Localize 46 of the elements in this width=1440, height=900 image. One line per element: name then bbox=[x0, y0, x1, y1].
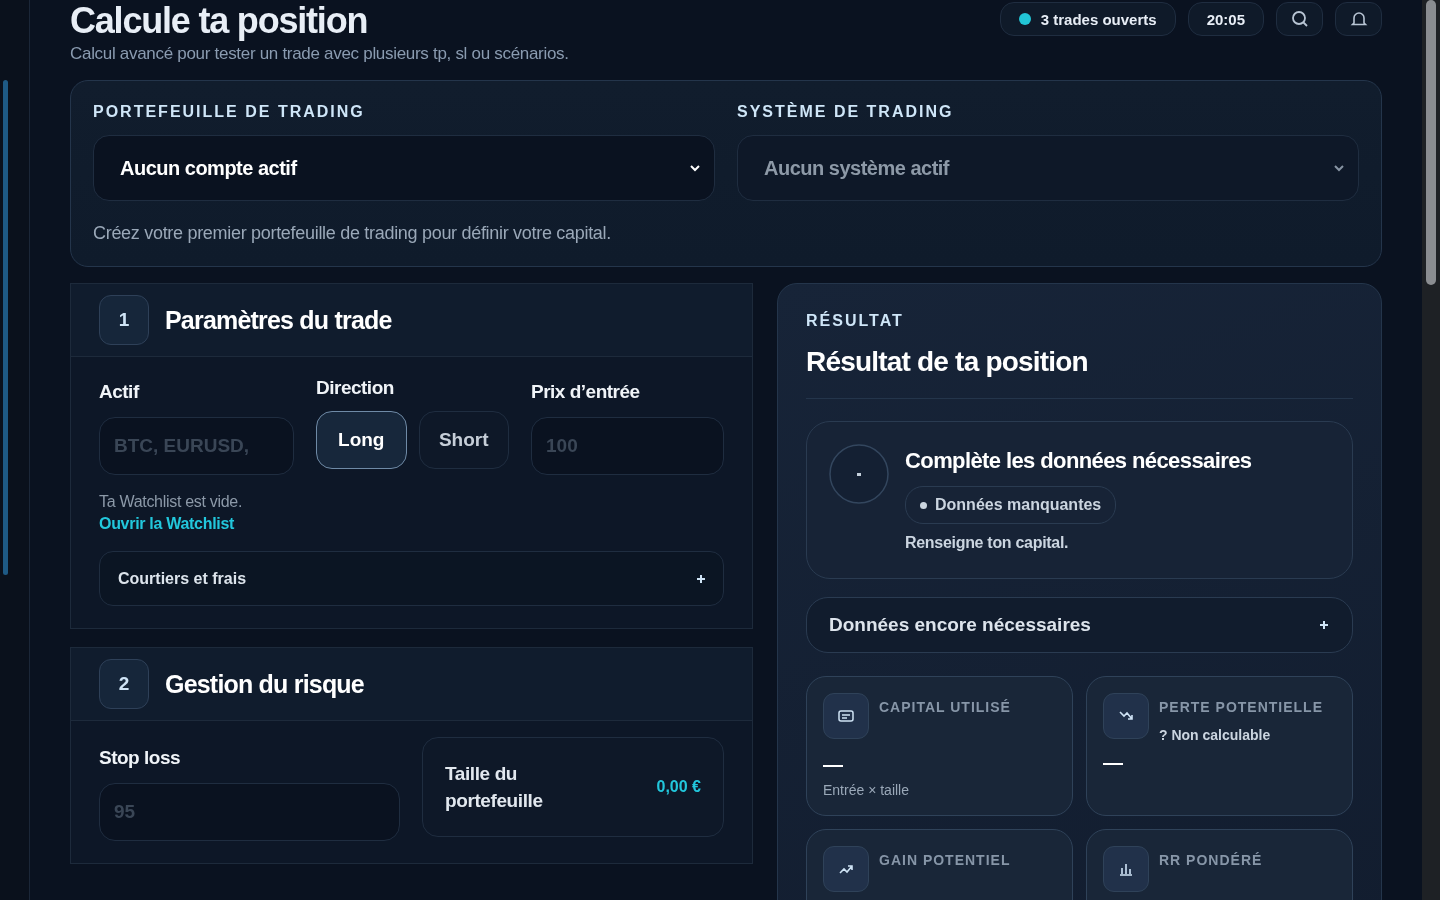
portfolio-size-label: Taille du portefeuille bbox=[445, 762, 544, 813]
search-icon bbox=[1290, 10, 1309, 28]
status-title: Complète les données nécessaires bbox=[905, 448, 1252, 474]
stat-label: GAIN POTENTIEL bbox=[879, 852, 1012, 868]
watchlist-note: Ta Watchlist est vide. bbox=[99, 493, 243, 511]
stat-note: ? Non calculable bbox=[1159, 727, 1272, 743]
watchlist-link[interactable]: Ouvrir la Watchlist bbox=[99, 515, 235, 533]
direction-toggle[interactable]: Long bbox=[316, 411, 407, 469]
status-message: Renseigne ton capital. bbox=[905, 534, 1070, 552]
field-label: Stop loss bbox=[99, 746, 181, 770]
scrollbar-thumb[interactable] bbox=[1426, 0, 1436, 285]
search-button[interactable] bbox=[1276, 2, 1323, 36]
section-title: Gestion du risque bbox=[165, 669, 364, 699]
pending-icon bbox=[829, 444, 889, 504]
direction-toggle[interactable]: Short bbox=[418, 411, 509, 469]
stat-value: — bbox=[823, 753, 844, 776]
bell-icon bbox=[1349, 10, 1368, 28]
result-eyebrow: RÉSULTAT bbox=[806, 312, 905, 330]
stat-label: RR PONDÉRÉ bbox=[1159, 852, 1264, 868]
step-number: 1 bbox=[99, 295, 149, 345]
stat-value: — bbox=[1103, 751, 1124, 774]
page-title: Calcule ta position bbox=[70, 0, 369, 42]
needed-data-toggle[interactable]: Données encore nécessaires bbox=[806, 597, 1353, 653]
brokers-fees-toggle[interactable]: Courtiers et frais bbox=[99, 551, 724, 606]
page-subtitle: Calcul avancé pour tester un trade avec plusieurs tp, sl ou scénarios. bbox=[70, 44, 569, 64]
notifications-button[interactable] bbox=[1335, 2, 1382, 36]
step-number: 2 bbox=[99, 659, 149, 709]
select-field[interactable]: Aucun compte actif bbox=[93, 135, 715, 201]
badge-label: Données manquantes bbox=[935, 496, 1102, 514]
section-title: Paramètres du trade bbox=[165, 305, 392, 335]
field-label: SYSTÈME DE TRADING bbox=[737, 103, 955, 121]
open-trades-label: 3 trades ouverts bbox=[1040, 10, 1157, 28]
sidebar-scrollbar[interactable] bbox=[3, 80, 8, 575]
field-label: Actif bbox=[99, 380, 141, 404]
portfolio-hint: Créez votre premier portefeuille de trading pour définir votre capital. bbox=[93, 223, 612, 244]
stat-label: CAPITAL UTILISÉ bbox=[879, 699, 1012, 715]
bullet-icon bbox=[920, 501, 927, 509]
portfolio-size-value: 0,00 € bbox=[656, 778, 701, 796]
stat-caption: Entrée × taille bbox=[823, 782, 910, 798]
field-label: Direction bbox=[316, 376, 395, 400]
open-trades-badge[interactable]: 3 trades ouverts bbox=[999, 2, 1176, 36]
result-title: Résultat de ta position bbox=[806, 346, 1089, 378]
field-label: PORTEFEUILLE DE TRADING bbox=[93, 103, 366, 121]
field-label: Prix d’entrée bbox=[531, 380, 641, 404]
stat-label: PERTE POTENTIELLE bbox=[1159, 699, 1324, 715]
clock: 20:05 bbox=[1187, 2, 1264, 36]
